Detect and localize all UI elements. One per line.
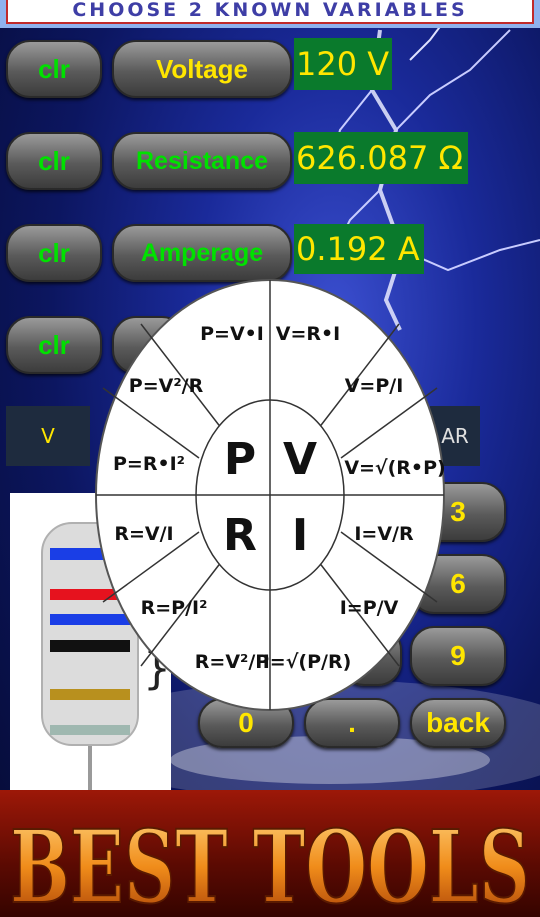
clr-voltage-button[interactable]: clr bbox=[6, 40, 102, 98]
input-display[interactable]: V bbox=[6, 406, 90, 466]
amperage-value: 0.192 A bbox=[294, 224, 424, 274]
formula-i-sqrt-pr: I=√(P/R) bbox=[263, 651, 352, 673]
formula-r-pi2: R=P/I² bbox=[141, 597, 208, 619]
wheel-center-r: R bbox=[223, 510, 257, 561]
wheel-center-v: V bbox=[283, 434, 317, 485]
header-title: CHOOSE 2 KNOWN VARIABLES bbox=[72, 0, 468, 21]
formula-i-vr: I=V/R bbox=[354, 523, 414, 545]
formula-p-ri2: P=R•I² bbox=[113, 453, 185, 475]
ohms-law-wheel: P V R I P=V•I V=R•I V=P/I V=√(R•P) I=V/R… bbox=[95, 279, 446, 711]
clr-power-button[interactable]: clr bbox=[6, 316, 102, 374]
logo-text: BEST TOOLS bbox=[10, 808, 530, 914]
formula-r-v2p: R=V²/P bbox=[195, 651, 270, 673]
formula-p-v2r: P=V²/R bbox=[129, 375, 204, 397]
amperage-value-text: 0.192 A bbox=[296, 230, 420, 268]
best-tools-logo: BEST TOOLS bbox=[9, 807, 531, 914]
formula-p-vi: P=V•I bbox=[200, 323, 264, 345]
voltage-value: 120 V bbox=[294, 38, 392, 90]
amperage-button[interactable]: Amperage bbox=[112, 224, 292, 282]
resistance-value: 626.087 Ω bbox=[294, 132, 468, 184]
formula-i-pv: I=P/V bbox=[340, 597, 399, 619]
header-banner: CHOOSE 2 KNOWN VARIABLES bbox=[0, 0, 540, 28]
formula-v-sqrt-rp: V=√(R•P) bbox=[344, 457, 445, 479]
clr-amperage-button[interactable]: clr bbox=[6, 224, 102, 282]
voltage-button[interactable]: Voltage bbox=[112, 40, 292, 98]
resistance-value-text: 626.087 Ω bbox=[296, 139, 463, 177]
wheel-center-p: P bbox=[224, 434, 256, 485]
voltage-value-text: 120 V bbox=[296, 45, 390, 83]
wheel-center-i: I bbox=[292, 510, 308, 561]
header-frame: CHOOSE 2 KNOWN VARIABLES bbox=[6, 0, 534, 24]
resistance-button[interactable]: Resistance bbox=[112, 132, 292, 190]
formula-v-pi: V=P/I bbox=[345, 375, 404, 397]
formula-v-ri: V=R•I bbox=[276, 323, 340, 345]
formula-r-vi: R=V/I bbox=[114, 523, 173, 545]
clr-resistance-button[interactable]: clr bbox=[6, 132, 102, 190]
